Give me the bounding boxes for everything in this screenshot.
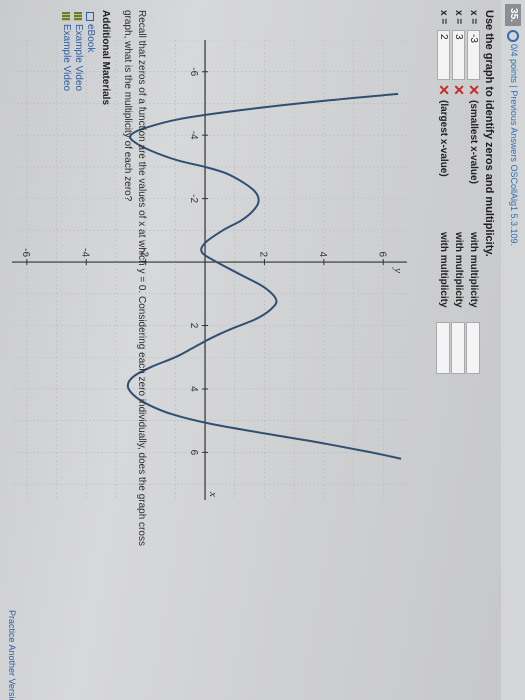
x-tick-label: 4	[188, 386, 199, 392]
zero-1-input[interactable]: -3	[467, 30, 480, 80]
question-number: 35.	[505, 4, 521, 26]
question-reference: OSCollAlg1 5.3.109.	[509, 164, 519, 247]
multiplicity-3-label: with multiplicity	[438, 232, 449, 308]
x-tick-label: -6	[188, 67, 199, 76]
example-video-link-1[interactable]: Example Video	[73, 24, 84, 91]
zero-3-input[interactable]: 2	[437, 30, 450, 80]
y-tick-label: -4	[79, 248, 90, 257]
x-tick-label: 6	[188, 450, 199, 456]
additional-materials-heading: Additional Materials	[100, 10, 111, 106]
zero-row-3-label: x =	[438, 10, 449, 25]
ebook-link[interactable]: eBook	[85, 24, 96, 52]
question-prompt: Use the graph to identify zeros and mult…	[483, 10, 495, 257]
recall-question: graph, what is the multiplicity of each …	[122, 10, 133, 202]
points-value: 0/4 points	[509, 44, 519, 84]
video-icon	[62, 12, 70, 21]
example-video-link-2[interactable]: Example Video	[61, 24, 72, 91]
points-label: 0/4 points | Previous Answers OSCollAlg1…	[509, 44, 519, 246]
x-tick-label: -2	[188, 194, 199, 203]
incorrect-mark-icon: ✕	[451, 84, 467, 96]
zero-1-note: (smallest x-value)	[468, 100, 479, 184]
practice-another-version-link[interactable]: Practice Another Version	[7, 610, 17, 700]
photo-canvas: 35. 0/4 points | Previous Answers OSColl…	[0, 0, 525, 700]
recall-instructions: Recall that zeros of a function are the …	[136, 10, 147, 546]
rotated-page: 35. 0/4 points | Previous Answers OSColl…	[0, 0, 525, 700]
previous-answers-link[interactable]: Previous Answers	[509, 90, 519, 162]
zero-row-1-label: x =	[468, 10, 479, 25]
y-tick-label: 2	[257, 252, 268, 258]
ebook-icon	[86, 12, 94, 21]
separator: |	[509, 85, 519, 88]
video-icon	[74, 12, 82, 21]
x-tick-label: -4	[188, 131, 199, 140]
zero-3-note: (largest x-value)	[438, 100, 449, 177]
zero-row-2-label: x =	[453, 10, 464, 25]
incorrect-mark-icon: ✕	[436, 84, 452, 96]
points-status-icon	[507, 30, 519, 42]
multiplicity-2-input[interactable]	[451, 322, 465, 374]
multiplicity-3-input[interactable]	[436, 322, 450, 374]
polynomial-graph: -6-4-2246642-2-4-6xy	[12, 40, 407, 500]
y-axis-label: y	[392, 267, 404, 273]
y-tick-label: 4	[317, 252, 328, 258]
x-axis-label: x	[207, 491, 219, 497]
multiplicity-2-label: with multiplicity	[453, 232, 464, 308]
y-tick-label: 6	[376, 252, 387, 258]
y-tick-label: -6	[20, 248, 31, 257]
incorrect-mark-icon: ✕	[466, 84, 482, 96]
multiplicity-1-label: with multiplicity	[468, 232, 479, 308]
x-tick-label: 2	[188, 323, 199, 329]
zero-2-input[interactable]: 3	[452, 30, 465, 80]
multiplicity-1-input[interactable]	[466, 322, 480, 374]
